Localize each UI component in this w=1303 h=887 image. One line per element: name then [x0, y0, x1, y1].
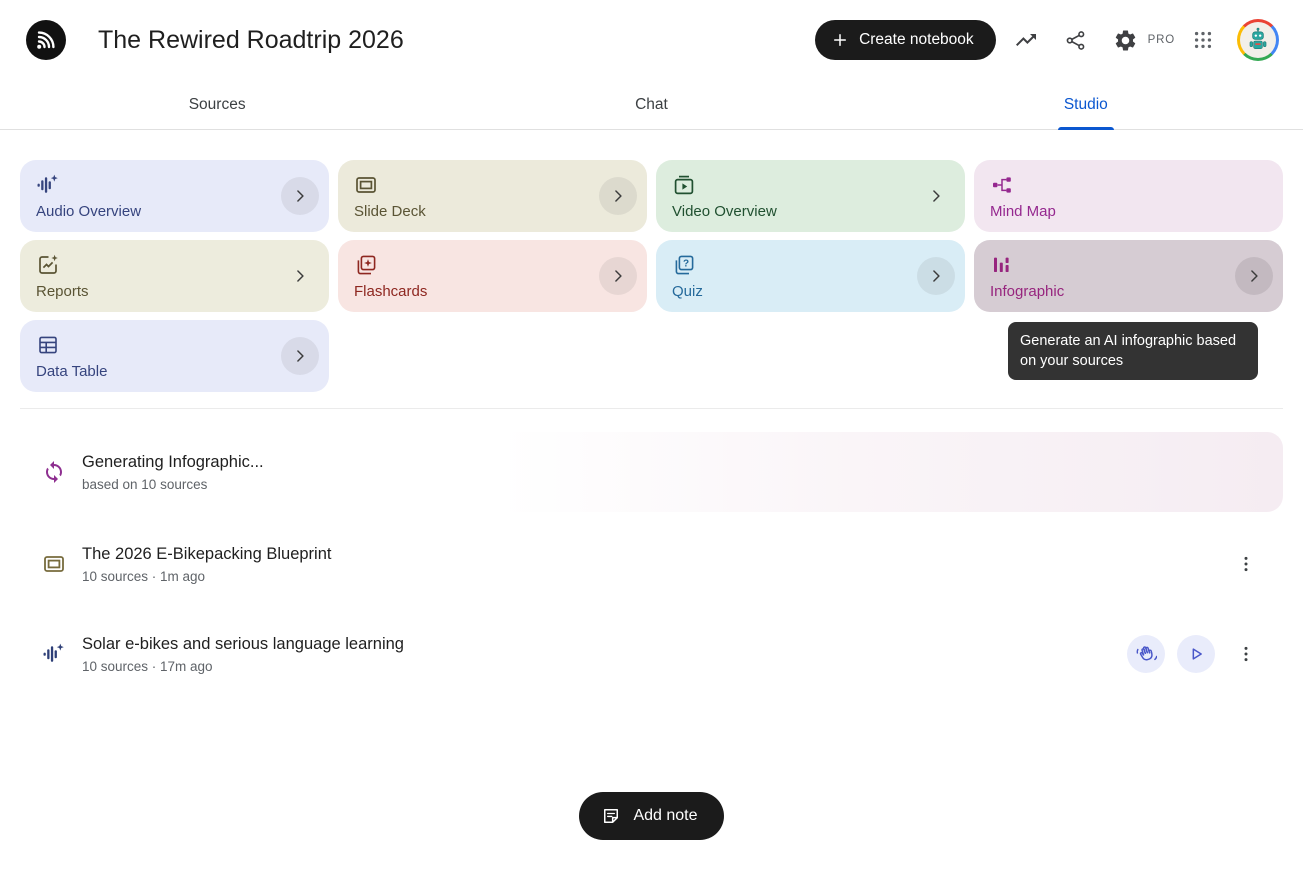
tool-card-slide-deck[interactable]: Slide Deck	[338, 160, 647, 232]
pro-badge: PRO	[1148, 34, 1175, 46]
add-note-label: Add note	[633, 807, 697, 825]
tool-card-video-overview[interactable]: Video Overview	[656, 160, 965, 232]
reports-chart-sparkle-icon	[36, 253, 313, 277]
studio-panel: Audio Overview Slide Deck	[0, 160, 1303, 840]
play-icon	[1186, 644, 1206, 664]
three-dot-menu-icon	[1236, 644, 1256, 664]
slide-deck-open-button[interactable]	[599, 177, 637, 215]
quiz-open-button[interactable]	[917, 257, 955, 295]
interactive-mode-button[interactable]	[1127, 635, 1165, 673]
tab-bar: Sources Chat Studio	[0, 80, 1303, 130]
tool-label: Flashcards	[354, 283, 427, 300]
chevron-right-icon	[290, 266, 310, 286]
chevron-right-icon	[290, 186, 310, 206]
artifact-title: Solar e-bikes and serious language learn…	[82, 635, 404, 654]
tab-studio-label: Studio	[1064, 96, 1108, 114]
data-table-icon	[36, 333, 313, 357]
slide-deck-icon	[42, 552, 66, 576]
audio-waveform-sparkle-icon	[42, 642, 66, 666]
tool-card-infographic[interactable]: Infographic	[974, 240, 1283, 312]
tool-card-data-table[interactable]: Data Table	[20, 320, 329, 392]
add-note-container: Add note	[20, 792, 1283, 840]
tool-label: Video Overview	[672, 203, 777, 220]
tool-label: Mind Map	[990, 203, 1056, 220]
page-title: The Rewired Roadtrip 2026	[98, 26, 404, 55]
app-header: The Rewired Roadtrip 2026 Create noteboo…	[0, 0, 1303, 80]
artifact-subtitle: 10 sources · 17m ago	[82, 659, 404, 674]
flashcards-icon	[354, 253, 631, 277]
waving-hand-icon	[1135, 643, 1157, 665]
infographic-open-button[interactable]	[1235, 257, 1273, 295]
tab-chat-label: Chat	[635, 96, 668, 114]
chevron-right-icon	[926, 186, 946, 206]
tool-label: Infographic	[990, 283, 1064, 300]
tool-label: Reports	[36, 283, 89, 300]
artifact-subtitle: 10 sources · 1m ago	[82, 569, 331, 584]
video-overview-icon	[672, 173, 949, 197]
tab-sources-label: Sources	[189, 96, 246, 114]
tool-card-reports[interactable]: Reports	[20, 240, 329, 312]
share-icon	[1064, 29, 1087, 52]
sync-progress-icon	[42, 460, 66, 484]
three-dot-menu-icon	[1236, 554, 1256, 574]
google-apps-button[interactable]	[1183, 20, 1223, 60]
analytics-button[interactable]	[1006, 20, 1046, 60]
artifact-more-menu-button[interactable]	[1227, 635, 1265, 673]
tab-sources[interactable]: Sources	[0, 80, 434, 129]
apps-grid-icon	[1192, 29, 1214, 51]
tool-label: Data Table	[36, 363, 107, 380]
chevron-right-icon	[926, 266, 946, 286]
tool-label: Quiz	[672, 283, 703, 300]
notebooklm-logo-icon[interactable]	[26, 20, 66, 60]
data-table-open-button[interactable]	[281, 337, 319, 375]
artifact-row-audio-overview[interactable]: Solar e-bikes and serious language learn…	[20, 616, 1283, 692]
flashcards-open-button[interactable]	[599, 257, 637, 295]
plus-icon	[831, 31, 849, 49]
audio-overview-open-button[interactable]	[281, 177, 319, 215]
settings-button[interactable]	[1106, 20, 1146, 60]
audio-waveform-sparkle-icon	[36, 173, 313, 197]
artifact-title: Generating Infographic...	[82, 453, 264, 472]
slide-deck-icon	[354, 173, 631, 197]
artifact-row-slide-deck[interactable]: The 2026 E-Bikepacking Blueprint 10 sour…	[20, 526, 1283, 602]
tool-card-mind-map[interactable]: Mind Map	[974, 160, 1283, 232]
artifact-title: The 2026 E-Bikepacking Blueprint	[82, 545, 331, 564]
chevron-right-icon	[290, 346, 310, 366]
chevron-right-icon	[1244, 266, 1264, 286]
user-avatar[interactable]	[1237, 19, 1279, 61]
svg-text:?: ?	[683, 259, 689, 270]
gear-icon	[1113, 28, 1138, 53]
add-note-button[interactable]: Add note	[579, 792, 723, 840]
chevron-right-icon	[608, 266, 628, 286]
share-button[interactable]	[1056, 20, 1096, 60]
artifact-list: Generating Infographic... based on 10 so…	[20, 432, 1283, 692]
avatar-robot-image	[1240, 22, 1276, 58]
note-icon	[601, 806, 621, 826]
tool-card-flashcards[interactable]: Flashcards	[338, 240, 647, 312]
artifact-more-menu-button[interactable]	[1227, 545, 1265, 583]
trending-up-icon	[1014, 28, 1038, 52]
infographic-tooltip: Generate an AI infographic based on your…	[1008, 322, 1258, 380]
artifact-subtitle: based on 10 sources	[82, 477, 264, 492]
chevron-right-icon	[608, 186, 628, 206]
mind-map-icon	[990, 173, 1267, 197]
tool-label: Slide Deck	[354, 203, 426, 220]
tab-studio[interactable]: Studio	[869, 80, 1303, 129]
tab-active-underline	[1058, 127, 1114, 130]
create-notebook-button[interactable]: Create notebook	[815, 20, 996, 60]
create-notebook-label: Create notebook	[859, 31, 974, 49]
artifact-row-generating-infographic[interactable]: Generating Infographic... based on 10 so…	[20, 432, 1283, 512]
section-divider	[20, 408, 1283, 409]
tab-chat[interactable]: Chat	[434, 80, 868, 129]
reports-open-button[interactable]	[281, 257, 319, 295]
tool-label: Audio Overview	[36, 203, 141, 220]
quiz-icon: ?	[672, 253, 949, 277]
tool-card-audio-overview[interactable]: Audio Overview	[20, 160, 329, 232]
video-overview-open-button[interactable]	[917, 177, 955, 215]
tool-card-quiz[interactable]: ? Quiz	[656, 240, 965, 312]
infographic-bars-icon	[990, 253, 1267, 277]
play-audio-button[interactable]	[1177, 635, 1215, 673]
